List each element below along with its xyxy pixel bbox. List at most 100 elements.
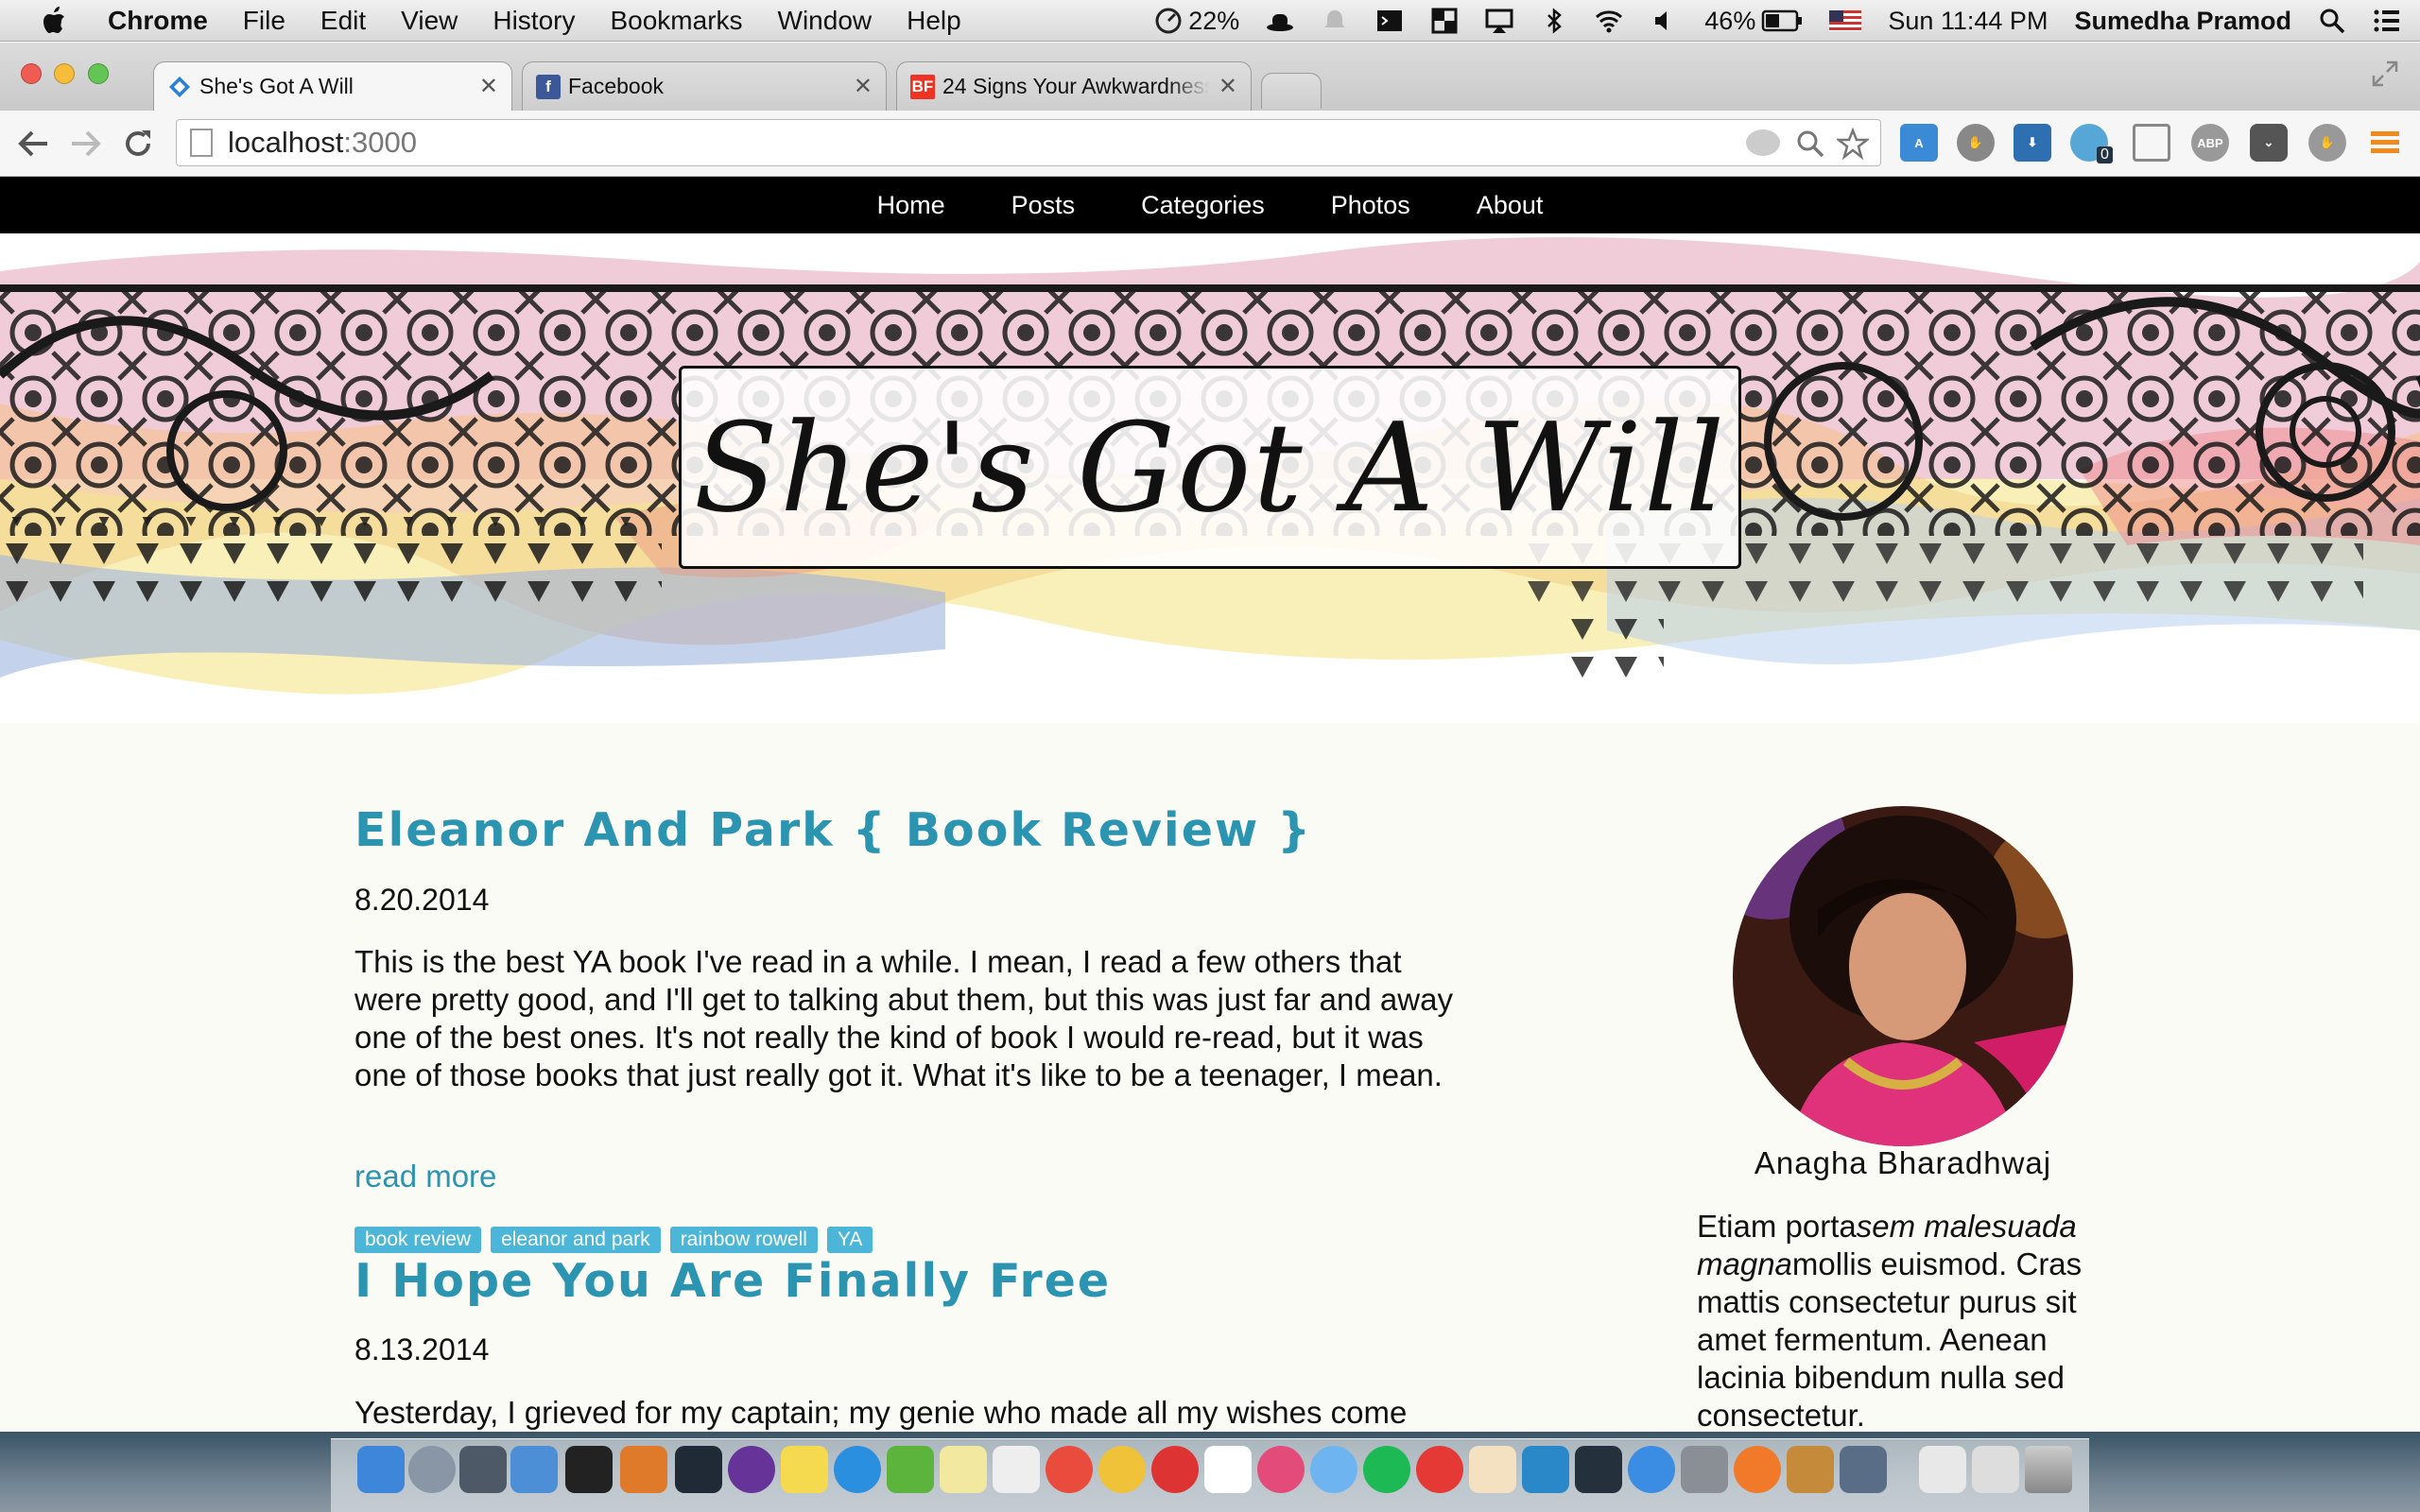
menu-window[interactable]: Window: [778, 6, 873, 36]
app-menu[interactable]: Chrome: [108, 6, 208, 36]
translate-extension-icon[interactable]: A: [1900, 124, 1938, 162]
wifi-icon[interactable]: [1595, 7, 1623, 35]
photos-app-icon[interactable]: [1522, 1446, 1569, 1493]
tag-badge[interactable]: rainbow rowell: [669, 1227, 818, 1253]
cpu-percent: 22%: [1188, 6, 1240, 35]
back-arrow-icon[interactable]: [15, 127, 51, 161]
terminal-app-icon[interactable]: [565, 1446, 613, 1493]
nav-about[interactable]: About: [1477, 191, 1544, 220]
tab-shes-got-a-will[interactable]: She's Got A Will ✕: [153, 61, 512, 111]
read-more-link[interactable]: read more: [354, 1159, 496, 1194]
address-bar[interactable]: localhost:3000: [176, 119, 1881, 166]
battery-indicator[interactable]: 46%: [1704, 7, 1803, 36]
spotlight-search-icon[interactable]: [2318, 7, 2346, 35]
cast-extension-icon[interactable]: [2133, 124, 2170, 162]
chrome-menu-icon[interactable]: [2371, 128, 2399, 158]
airplay-icon[interactable]: [1485, 7, 1513, 35]
close-window-button[interactable]: [21, 63, 42, 84]
spotify-icon[interactable]: [1363, 1446, 1410, 1493]
reeder-icon[interactable]: [1416, 1446, 1463, 1493]
nav-categories[interactable]: Categories: [1141, 191, 1265, 220]
clock-app-icon[interactable]: [1151, 1446, 1199, 1493]
post-title[interactable]: I Hope You Are Finally Free: [354, 1254, 1111, 1308]
close-tab-icon[interactable]: ✕: [854, 73, 873, 100]
reminders-icon[interactable]: [993, 1446, 1040, 1493]
system-monitor-icon[interactable]: [1575, 1446, 1622, 1493]
menu-file[interactable]: File: [243, 6, 285, 36]
hand-extension-icon[interactable]: ✋: [1957, 124, 1995, 162]
preview-icon[interactable]: [1840, 1446, 1887, 1493]
bluetooth-icon[interactable]: [1540, 7, 1568, 35]
downloads-stack-icon[interactable]: [1972, 1446, 2019, 1493]
pocket-extension-icon[interactable]: ⌄: [2250, 124, 2288, 162]
apple-icon[interactable]: [36, 5, 74, 37]
tab-facebook[interactable]: f Facebook ✕: [522, 61, 887, 111]
hand-extension-icon[interactable]: ✋: [2308, 124, 2346, 162]
menu-edit[interactable]: Edit: [320, 6, 366, 36]
close-tab-icon[interactable]: ✕: [479, 73, 498, 100]
adblock-plus-icon[interactable]: ABP: [2191, 124, 2229, 162]
system-preferences-icon[interactable]: [1681, 1446, 1728, 1493]
evernote-icon[interactable]: [887, 1446, 934, 1493]
notes-icon[interactable]: [940, 1446, 987, 1493]
blog-title-box[interactable]: She's Got A Will: [679, 366, 1741, 569]
close-tab-icon[interactable]: ✕: [1219, 73, 1237, 100]
forward-arrow-icon[interactable]: [68, 127, 104, 161]
xcode-icon[interactable]: [510, 1446, 558, 1493]
tag-badge[interactable]: book review: [354, 1227, 482, 1253]
cpu-meter[interactable]: 22%: [1154, 7, 1239, 36]
firefox-icon[interactable]: [1734, 1446, 1781, 1493]
status-area: 22% 46% Sun 11:44 PM Sumedha Pramod: [1141, 0, 2420, 42]
nav-home[interactable]: Home: [877, 191, 945, 220]
launchpad-icon[interactable]: [408, 1446, 456, 1493]
us-flag-icon[interactable]: [1829, 10, 1862, 31]
clock[interactable]: Sun 11:44 PM: [1888, 7, 2048, 36]
finder-icon[interactable]: [357, 1446, 405, 1493]
terminal-icon[interactable]: [1375, 7, 1404, 35]
skype-icon[interactable]: [834, 1446, 881, 1493]
stickies-icon[interactable]: [781, 1446, 828, 1493]
tab-buzzfeed[interactable]: BF 24 Signs Your Awkwardness ✕: [896, 61, 1252, 111]
nav-photos[interactable]: Photos: [1331, 191, 1410, 220]
new-tab-button[interactable]: [1261, 73, 1322, 109]
buzzfeed-favicon-icon: BF: [910, 74, 935, 99]
author-avatar: [1733, 806, 2073, 1146]
documents-stack-icon[interactable]: [1919, 1446, 1966, 1493]
zoom-window-button[interactable]: [88, 63, 109, 84]
opera-icon[interactable]: [1046, 1446, 1093, 1493]
app-store-icon[interactable]: [1628, 1446, 1675, 1493]
slack-icon[interactable]: [1204, 1446, 1252, 1493]
bell-icon[interactable]: [1321, 7, 1349, 35]
github-icon[interactable]: [728, 1446, 775, 1493]
post-title[interactable]: Eleanor And Park { Book Review }: [354, 803, 1312, 857]
popcorn-time-icon[interactable]: [1469, 1446, 1516, 1493]
bookmark-star-icon[interactable]: [1837, 128, 1869, 160]
minimize-window-button[interactable]: [54, 63, 75, 84]
notification-center-icon[interactable]: [2373, 7, 2401, 35]
chrome-icon[interactable]: [1098, 1446, 1146, 1493]
menu-help[interactable]: Help: [907, 6, 961, 36]
window-app-icon[interactable]: [675, 1446, 722, 1493]
zoom-icon[interactable]: [1795, 129, 1825, 159]
menu-bookmarks[interactable]: Bookmarks: [610, 6, 742, 36]
menu-view[interactable]: View: [401, 6, 458, 36]
messages-icon[interactable]: [1310, 1446, 1357, 1493]
reload-icon[interactable]: [121, 127, 155, 161]
window-manager-icon[interactable]: [1430, 7, 1459, 35]
tag-badge[interactable]: eleanor and park: [491, 1227, 661, 1253]
tag-badge[interactable]: YA: [826, 1227, 873, 1253]
sublime-text-icon[interactable]: [620, 1446, 667, 1493]
png-extension-icon[interactable]: [1746, 129, 1780, 156]
fullscreen-icon[interactable]: [2371, 60, 2399, 88]
menu-history[interactable]: History: [493, 6, 575, 36]
user-name[interactable]: Sumedha Pramod: [2074, 7, 2291, 36]
nav-posts[interactable]: Posts: [1011, 191, 1076, 220]
blog-title: She's Got A Will: [693, 395, 1727, 540]
trash-icon[interactable]: [2025, 1446, 2072, 1493]
archive-utility-icon[interactable]: [1787, 1446, 1834, 1493]
download-extension-icon[interactable]: ⬇: [2014, 124, 2051, 162]
hat-icon[interactable]: [1266, 7, 1294, 35]
audio-app-icon[interactable]: [1257, 1446, 1305, 1493]
mission-control-icon[interactable]: [459, 1446, 507, 1493]
volume-icon[interactable]: [1650, 7, 1678, 35]
